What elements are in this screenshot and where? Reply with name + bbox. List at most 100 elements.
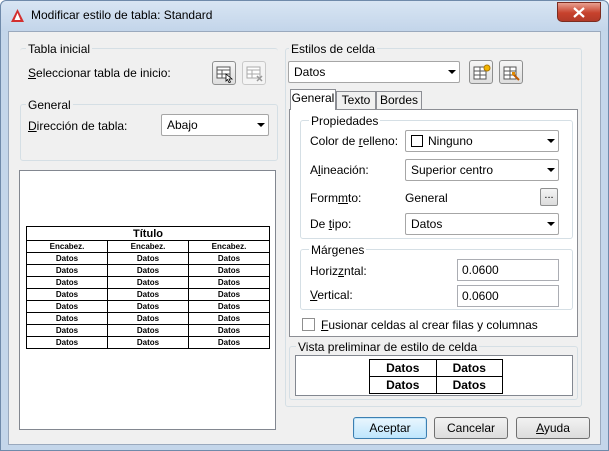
dialog-window: Modificar estilo de tabla: Standard Tabl… bbox=[0, 0, 609, 451]
tab-texto[interactable]: Texto bbox=[336, 91, 376, 109]
preview-cell: Datos bbox=[188, 336, 270, 349]
cell-preview: Datos bbox=[435, 359, 503, 377]
chevron-down-icon bbox=[547, 168, 555, 172]
tipo-label: De tipo: bbox=[310, 217, 352, 231]
close-icon bbox=[573, 7, 585, 18]
propiedades-label: Propiedades bbox=[309, 114, 381, 128]
cell-preview: Datos bbox=[369, 376, 437, 394]
close-button[interactable] bbox=[557, 2, 601, 22]
cell-style-value: Datos bbox=[294, 65, 326, 79]
seleccionar-tabla-label: Seleccionar tabla de inicio: bbox=[28, 66, 171, 80]
color-relleno-value: Ninguno bbox=[428, 134, 473, 148]
ayuda-button[interactable]: Ayuda bbox=[516, 417, 590, 439]
vista-preliminar-label: Vista preliminar de estilo de celda bbox=[296, 340, 480, 354]
preview-cell: Datos bbox=[26, 276, 108, 289]
fusionar-label: Fusionar celdas al crear filas y columna… bbox=[321, 318, 538, 332]
table-delete-icon bbox=[246, 66, 263, 82]
vertical-margin-input[interactable]: 0.0600 bbox=[457, 285, 559, 307]
preview-cell: Datos bbox=[26, 300, 108, 313]
alineacion-label: Alineación: bbox=[310, 163, 369, 177]
preview-cell: Datos bbox=[26, 252, 108, 265]
tipo-dropdown[interactable]: Datos bbox=[405, 213, 559, 235]
preview-cell: Datos bbox=[26, 288, 108, 301]
select-start-table-button[interactable] bbox=[212, 61, 236, 85]
title-bar: Modificar estilo de tabla: Standard bbox=[1, 1, 608, 31]
preview-row: Datos Datos Datos bbox=[26, 336, 270, 349]
color-relleno-dropdown[interactable]: Ninguno bbox=[405, 130, 559, 152]
cell-preview-row: Datos Datos bbox=[369, 359, 503, 377]
remove-start-table-button[interactable] bbox=[242, 61, 266, 85]
direccion-tabla-dropdown[interactable]: Abajo bbox=[161, 114, 269, 136]
chevron-down-icon bbox=[547, 139, 555, 143]
preview-cell: Datos bbox=[188, 288, 270, 301]
manage-cell-styles-icon bbox=[503, 66, 520, 81]
direccion-tabla-label: Dirección de tabla: bbox=[28, 119, 128, 133]
preview-cell: Datos bbox=[188, 276, 270, 289]
preview-row: Datos Datos Datos bbox=[26, 264, 270, 277]
table-select-icon bbox=[216, 66, 234, 83]
preview-cell: Datos bbox=[107, 288, 189, 301]
color-relleno-label: Color de relleno: bbox=[310, 134, 399, 148]
vertical-label: Vertical: bbox=[310, 288, 353, 302]
preview-header-cell: Encabez. bbox=[107, 240, 189, 253]
preview-cell: Datos bbox=[188, 264, 270, 277]
tabla-inicial-label: Tabla inicial bbox=[26, 42, 93, 56]
aceptar-button[interactable]: Aceptar bbox=[353, 417, 427, 439]
preview-cell: Datos bbox=[188, 252, 270, 265]
preview-cell: Datos bbox=[188, 300, 270, 313]
table-preview: Título Encabez. Encabez. Encabez. Datos D… bbox=[19, 170, 276, 430]
preview-cell: Datos bbox=[26, 336, 108, 349]
preview-cell: Datos bbox=[188, 324, 270, 337]
preview-cell: Datos bbox=[188, 312, 270, 325]
cell-style-preview: Datos Datos Datos Datos bbox=[295, 355, 573, 396]
preview-cell: Datos bbox=[26, 264, 108, 277]
preview-cell: Datos bbox=[107, 276, 189, 289]
dialog-client-area: Tabla inicial Seleccionar tabla de inici… bbox=[8, 31, 601, 445]
cell-preview: Datos bbox=[369, 359, 437, 377]
preview-cell: Datos bbox=[107, 252, 189, 265]
cell-preview-row: Datos Datos bbox=[369, 376, 503, 394]
general-group-label: General bbox=[26, 98, 73, 112]
vertical-margin-value: 0.0600 bbox=[462, 289, 499, 303]
cancelar-button[interactable]: Cancelar bbox=[434, 417, 508, 439]
horizontal-label: Horizzntal: bbox=[310, 264, 367, 278]
new-cell-style-button[interactable] bbox=[469, 60, 493, 84]
formato-value: General bbox=[405, 191, 448, 205]
horizontal-margin-value: 0.0600 bbox=[462, 263, 499, 277]
chevron-down-icon bbox=[257, 123, 265, 127]
tipo-value: Datos bbox=[411, 217, 443, 231]
new-cell-style-icon bbox=[473, 64, 491, 80]
margenes-label: Márgenes bbox=[309, 243, 367, 257]
preview-cell: Datos bbox=[26, 324, 108, 337]
preview-cell: Datos bbox=[107, 264, 189, 277]
preview-cell: Datos bbox=[107, 300, 189, 313]
color-swatch bbox=[411, 135, 423, 147]
cell-style-preview-table: Datos Datos Datos Datos bbox=[369, 359, 503, 394]
alineacion-value: Superior centro bbox=[411, 163, 494, 177]
cell-preview: Datos bbox=[435, 376, 503, 394]
preview-row: Datos Datos Datos bbox=[26, 300, 270, 313]
manage-cell-styles-button[interactable] bbox=[499, 60, 523, 84]
formato-ellipsis-button[interactable]: ... bbox=[540, 188, 558, 206]
tab-bordes[interactable]: Bordes bbox=[376, 91, 422, 109]
preview-cell: Datos bbox=[107, 336, 189, 349]
cell-style-dropdown[interactable]: Datos bbox=[288, 61, 460, 83]
preview-header-cell: Encabez. bbox=[188, 240, 270, 253]
alineacion-dropdown[interactable]: Superior centro bbox=[405, 159, 559, 181]
preview-cell: Datos bbox=[107, 312, 189, 325]
general-tab-panel: Propiedades Color de relleno: Ninguno Al… bbox=[289, 109, 578, 337]
tab-general[interactable]: General bbox=[290, 89, 336, 110]
preview-cell: Datos bbox=[107, 324, 189, 337]
preview-row: Datos Datos Datos bbox=[26, 276, 270, 289]
preview-row: Datos Datos Datos bbox=[26, 324, 270, 337]
preview-row: Datos Datos Datos bbox=[26, 288, 270, 301]
direccion-tabla-value: Abajo bbox=[167, 118, 198, 132]
preview-header-cell: Encabez. bbox=[26, 240, 108, 253]
preview-row: Datos Datos Datos bbox=[26, 252, 270, 265]
chevron-down-icon bbox=[448, 70, 456, 74]
preview-table: Título Encabez. Encabez. Encabez. Datos D… bbox=[26, 226, 270, 349]
horizontal-margin-input[interactable]: 0.0600 bbox=[457, 259, 559, 281]
preview-cell: Datos bbox=[26, 312, 108, 325]
formato-label: Formmto: bbox=[310, 191, 362, 205]
fusionar-checkbox[interactable] bbox=[302, 318, 315, 331]
